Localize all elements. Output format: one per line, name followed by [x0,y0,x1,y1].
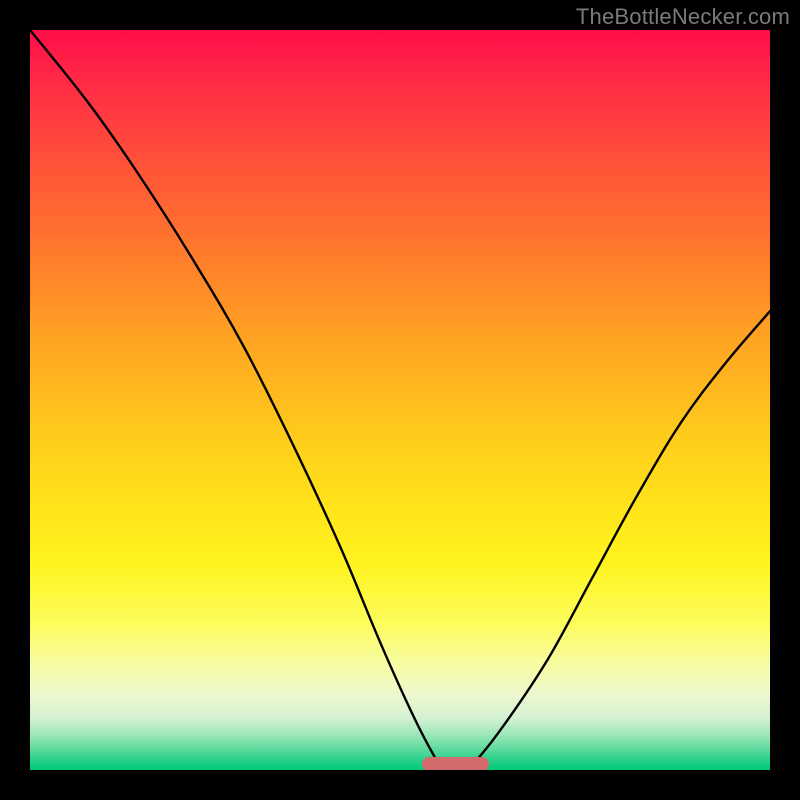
optimal-zone-marker [422,757,489,770]
bottleneck-curve [30,30,770,770]
chart-frame: TheBottleNecker.com [0,0,800,800]
plot-area [30,30,770,770]
watermark-text: TheBottleNecker.com [576,4,790,30]
curve-path [30,30,770,770]
